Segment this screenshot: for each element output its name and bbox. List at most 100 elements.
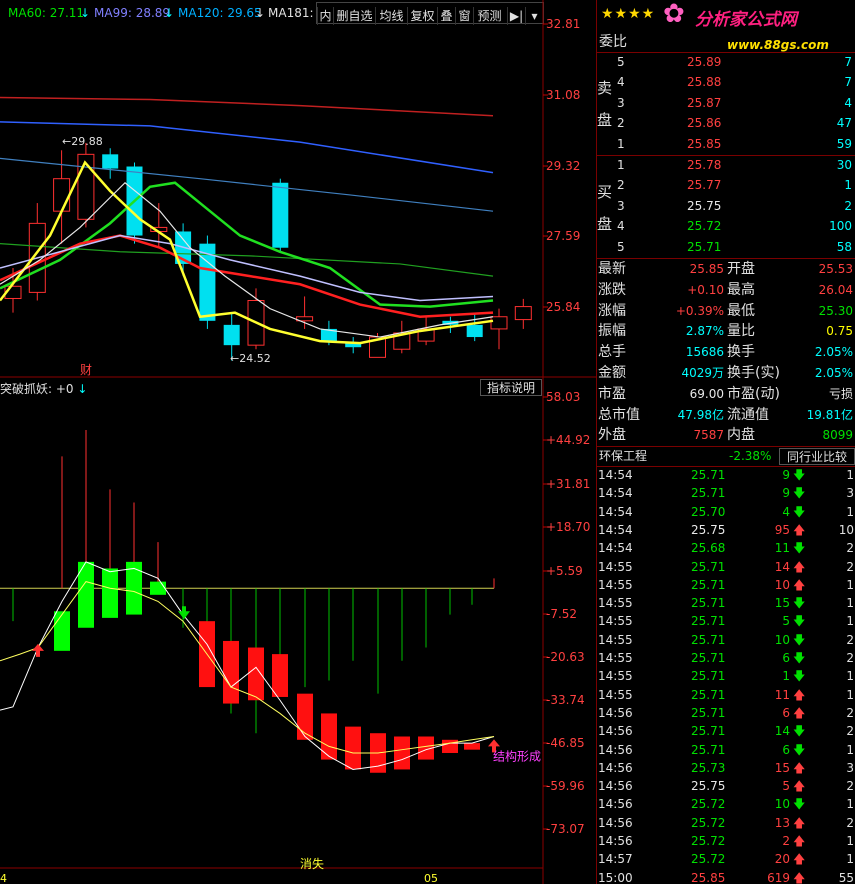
buy-order-row: 3 25.75 2 (597, 196, 855, 216)
indicator-arrow-icon: ↓ (77, 382, 88, 396)
stat-label: 换手 (727, 344, 755, 361)
industry-name[interactable]: 环保工程 (599, 447, 647, 466)
tick-row: 14:56 25.71 14 🡇 2 (597, 722, 855, 740)
tick-list[interactable]: 14:54 25.71 9 🡇 1 14:54 25.71 9 🡇 3 14:54 25.70 4 🡇 1 1… (597, 466, 855, 884)
tick-row: 14:56 25.71 6 🡅 2 (597, 704, 855, 722)
tick-volume: 6 (782, 651, 790, 665)
green-bar (126, 561, 142, 615)
stat-value: +0.39% (675, 303, 724, 318)
tick-row: 14:56 25.73 15 🡅 3 (597, 759, 855, 777)
price-tick-label: 25.84 (546, 300, 580, 314)
green-bar (54, 611, 70, 651)
stat-label: 总市值 (598, 406, 640, 423)
up-arrow-icon: 🡅 (793, 559, 806, 574)
buy-order-row: 4 25.72 100 (597, 216, 855, 236)
tick-time: 14:54 (598, 522, 633, 537)
buy-order-row: 5 25.71 58 (597, 237, 855, 257)
indicator-tick-label: +44.92 (546, 433, 590, 447)
sell-level: 1 (617, 136, 625, 151)
tick-row: 14:54 25.75 95 🡅 10 (597, 521, 855, 539)
tick-volume: 14 (774, 724, 790, 739)
stat-value: 亏损 (828, 386, 853, 401)
ma-line-green (0, 181, 494, 308)
indicator-tick-label: -7.52 (546, 607, 577, 621)
down-arrow-icon: 🡇 (793, 742, 806, 757)
indicator-line-yellow (0, 581, 495, 754)
tick-count: 1 (846, 834, 854, 848)
high-price-label: ←29.88 (62, 135, 103, 148)
chart-area[interactable]: MA60: 27.11 ↓ MA99: 28.89 ↓ MA120: 29.65… (0, 0, 596, 884)
price-tick-label: 27.59 (546, 229, 580, 243)
sell-price: 25.87 (687, 95, 722, 110)
tick-count: 2 (846, 705, 854, 720)
tick-volume: 20 (774, 852, 790, 867)
up-arrow-icon: 🡅 (793, 522, 806, 537)
tick-volume: 10 (774, 797, 790, 812)
tick-row: 14:55 25.71 14 🡅 2 (597, 558, 855, 576)
tick-price: 25.72 (691, 834, 726, 848)
site-name: 分析家公式网 (695, 10, 797, 30)
tick-row: 14:55 25.71 10 🡇 2 (597, 631, 855, 649)
industry-row: 环保工程 -2.38% 同行业比较 (597, 447, 855, 466)
tick-time: 14:55 (598, 596, 633, 611)
buy-level: 2 (617, 178, 625, 193)
tick-volume: 6 (782, 705, 790, 720)
indicator-tick-label: -20.63 (546, 650, 585, 664)
tick-price: 25.68 (691, 541, 726, 556)
tick-time: 14:56 (598, 724, 633, 739)
stat-value: 47.98亿 (677, 407, 724, 422)
stat-row: 最新 25.85 开盘 25.53 (597, 259, 855, 279)
tick-volume: 6 (782, 742, 790, 757)
tick-row: 14:54 25.68 11 🡇 2 (597, 539, 855, 557)
tick-volume: 5 (782, 779, 790, 794)
tick-count: 1 (846, 742, 854, 757)
down-arrow-icon: 🡇 (793, 651, 806, 665)
tick-row: 14:55 25.71 15 🡇 1 (597, 594, 855, 612)
stat-label: 涨幅 (598, 302, 626, 319)
tick-time: 14:55 (598, 559, 633, 574)
banner: ★★★★ ✿ 分析家公式网 (597, 0, 855, 30)
sell-volume: 7 (844, 55, 852, 69)
ma-line-white (0, 181, 494, 338)
tick-price: 25.71 (691, 486, 726, 501)
tick-time: 14:55 (598, 669, 633, 684)
up-arrow-icon: 🡅 (793, 779, 806, 794)
sell-order-row: 1 25.85 59 (597, 134, 855, 154)
up-arrow-icon: 🡅 (793, 870, 806, 884)
indicator-help-button[interactable]: 指标说明 (480, 379, 542, 396)
tick-count: 1 (846, 614, 854, 629)
time-axis-label: 4 (0, 872, 7, 884)
buy-signal-arrow-icon (32, 643, 44, 657)
tick-count: 1 (846, 852, 854, 867)
stat-value: 26.04 (818, 282, 853, 297)
stat-label: 换手(实) (727, 365, 780, 381)
down-arrow-icon: 🡇 (793, 596, 806, 611)
tick-volume: 14 (774, 559, 790, 574)
sell-volume: 47 (836, 116, 852, 131)
down-arrow-icon: 🡇 (793, 486, 806, 501)
tick-time: 14:55 (598, 651, 633, 665)
buy-price: 25.72 (687, 219, 722, 234)
buy-volume: 58 (836, 239, 852, 254)
sell-order-row: 4 25.88 7 (597, 72, 855, 92)
green-bar (102, 568, 118, 618)
tick-time: 14:57 (598, 852, 633, 867)
stat-value: 69.00 (689, 386, 724, 401)
tick-volume: 10 (774, 577, 790, 592)
up-arrow-icon: 🡅 (793, 705, 806, 720)
tick-count: 2 (846, 779, 854, 794)
candle-body (466, 324, 483, 338)
candle-body (514, 306, 532, 321)
tick-count: 1 (846, 797, 854, 812)
up-arrow-icon: 🡅 (793, 577, 806, 592)
tick-row: 14:56 25.72 10 🡇 1 (597, 795, 855, 813)
tick-price: 25.71 (691, 559, 726, 574)
tick-price: 25.70 (691, 504, 726, 519)
indicator-title: 突破抓妖: +0 ↓ (0, 380, 87, 396)
stats-table: 最新 25.85 开盘 25.53 涨跌 +0.10 最高 26.04 涨幅 +0.39% 最低 25… (597, 259, 855, 447)
sell-volume: 59 (836, 136, 852, 151)
tick-row: 14:54 25.71 9 🡇 3 (597, 484, 855, 502)
peer-compare-button[interactable]: 同行业比较 (779, 448, 855, 465)
indicator-tick-label: +31.81 (546, 477, 590, 491)
price-tick-label: 29.32 (546, 159, 580, 173)
